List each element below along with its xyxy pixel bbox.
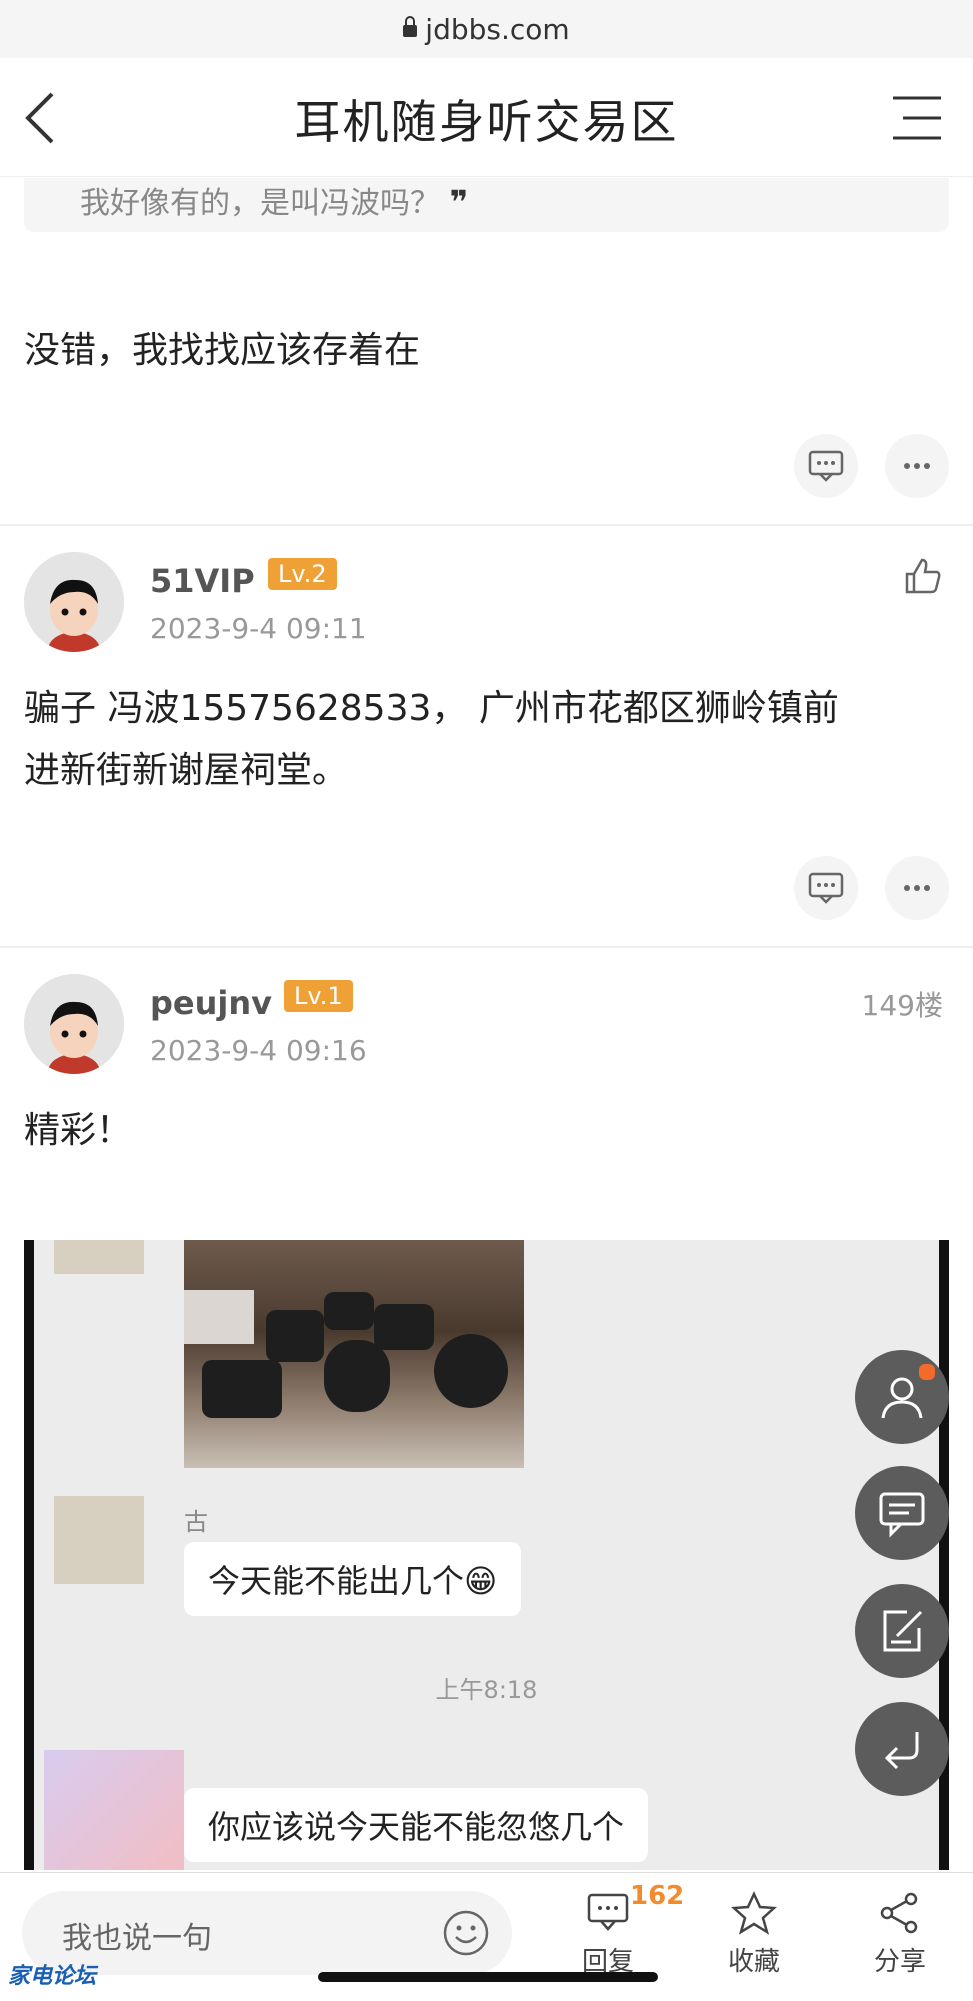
avatar-icon: [24, 974, 124, 1074]
comment-button[interactable]: [794, 434, 858, 498]
user-fab-button[interactable]: [855, 1350, 949, 1444]
return-icon: [884, 1732, 919, 1770]
post-date: 2023-9-4 09:16: [150, 1034, 367, 1067]
browser-url-bar[interactable]: jdbbs.com: [0, 0, 973, 59]
site-logo-text: 家电论坛: [8, 1964, 97, 1989]
share-icon: [880, 1892, 918, 1934]
menu-button[interactable]: [889, 90, 945, 146]
avatar-icon: [24, 552, 124, 652]
avatar[interactable]: [24, 974, 124, 1074]
edit-fab-button[interactable]: [855, 1584, 949, 1678]
blurred-avatar: [44, 1750, 184, 1870]
home-indicator: [318, 1972, 658, 1982]
divider: [0, 946, 973, 948]
post-image[interactable]: 古 今天能不能出几个😁 上午8:18 你应该说今天能不能忽悠几个: [24, 1240, 949, 1870]
chat-bubble: 今天能不能出几个😁: [184, 1542, 522, 1616]
post-body: 骗子 冯波15575628533， 广州市花都区狮岭镇前 进新街新谢屋祠堂。: [24, 678, 839, 802]
site-logo: 家电论坛: [8, 1958, 96, 1990]
level-badge: Lv.1: [284, 980, 353, 1012]
comment-icon: [587, 1893, 629, 1931]
more-icon: [904, 885, 930, 891]
emoji-icon[interactable]: [442, 1909, 490, 1957]
lock-icon: [403, 16, 418, 37]
comment-icon: [808, 872, 844, 904]
comment-icon: [808, 450, 844, 482]
favorite-button[interactable]: 收藏: [704, 1891, 804, 1978]
divider: [0, 524, 973, 526]
star-icon: [730, 1891, 778, 1935]
chat-avatar: [54, 1496, 144, 1584]
favorite-label: 收藏: [727, 1947, 780, 1977]
like-button[interactable]: [903, 556, 943, 600]
post-body: 没错，我找找应该存着在: [24, 330, 421, 371]
reply-placeholder: 我也说一句: [62, 1921, 212, 1956]
back-to-top-fab-button[interactable]: [855, 1702, 949, 1796]
chat-sender-name: 古: [184, 1508, 208, 1536]
quote-block: 我好像有的，是叫冯波吗？ ❞: [24, 178, 949, 232]
level-badge: Lv.2: [268, 558, 337, 590]
chat-avatar: [54, 1240, 144, 1274]
chat-bubble: 你应该说今天能不能忽悠几个: [184, 1788, 649, 1862]
username[interactable]: 51VIP: [150, 562, 255, 600]
avatar[interactable]: [24, 552, 124, 652]
username[interactable]: peujnv: [150, 984, 272, 1022]
menu-icon: [893, 96, 941, 140]
reply-count-badge: 162: [630, 1881, 685, 1911]
more-button[interactable]: [885, 856, 949, 920]
comment-button[interactable]: [794, 856, 858, 920]
message-fab-button[interactable]: [855, 1466, 949, 1560]
nav-bar: 耳机随身听交易区: [0, 58, 973, 177]
post-body: 精彩！: [24, 1110, 133, 1151]
post-body-line: 进新街新谢屋祠堂。: [24, 750, 349, 791]
notification-dot: [917, 1362, 937, 1382]
page-title: 耳机随身听交易区: [294, 95, 679, 149]
chat-timestamp: 上午8:18: [435, 1676, 538, 1704]
photo-thumbnail: [184, 1240, 524, 1468]
thumbs-up-icon: [905, 558, 941, 594]
quote-text: 我好像有的，是叫冯波吗？ ❞: [80, 183, 469, 221]
url-text: jdbbs.com: [425, 12, 570, 46]
floor-number: 149楼: [861, 989, 943, 1022]
edit-icon: [883, 1610, 923, 1652]
post-body-line: 骗子 冯波15575628533， 广州市花都区狮岭镇前: [24, 688, 839, 729]
post-date: 2023-9-4 09:11: [150, 612, 367, 645]
more-button[interactable]: [885, 434, 949, 498]
share-label: 分享: [873, 1947, 926, 1977]
more-icon: [904, 463, 930, 469]
quote-mark-icon: ❞: [449, 183, 469, 221]
chat-icon: [879, 1492, 925, 1538]
share-button[interactable]: 分享: [850, 1891, 950, 1978]
